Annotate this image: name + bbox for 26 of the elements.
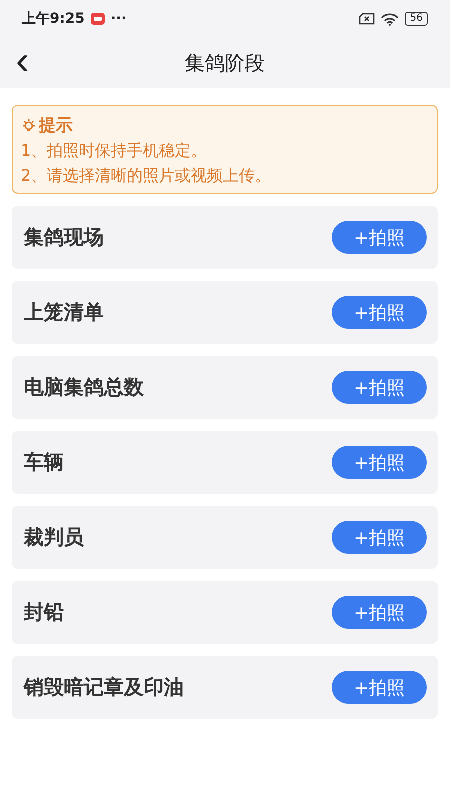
- tip-text: 1、拍照时保持手机稳定。: [21, 141, 208, 162]
- more-notifications: ···: [110, 11, 127, 27]
- item-label: 销毁暗记章及印油: [24, 674, 184, 701]
- item-label: 封铅: [24, 599, 64, 626]
- take-photo-button[interactable]: +拍照: [332, 371, 427, 404]
- take-photo-button[interactable]: +拍照: [332, 671, 427, 704]
- tip-text: 2、请选择清晰的照片或视频上传。: [21, 166, 272, 187]
- battery-indicator: 56: [405, 12, 428, 26]
- lightbulb-icon: [21, 118, 37, 134]
- take-photo-button[interactable]: +拍照: [332, 221, 427, 254]
- item-label: 上笼清单: [24, 299, 104, 326]
- status-time: 上午9:25: [22, 10, 85, 28]
- tip-title: 提示: [39, 115, 73, 137]
- take-photo-button[interactable]: +拍照: [332, 596, 427, 629]
- item-label: 集鸽现场: [24, 224, 104, 251]
- take-photo-button[interactable]: +拍照: [332, 296, 427, 329]
- page-title: 集鸽阶段: [185, 50, 265, 76]
- take-photo-button[interactable]: +拍照: [332, 446, 427, 479]
- app-notification-icon: [90, 13, 105, 25]
- item-label: 车辆: [24, 449, 64, 476]
- item-label: 电脑集鸽总数: [24, 374, 144, 401]
- back-button[interactable]: ‹: [12, 44, 34, 78]
- no-sim-icon: [359, 13, 376, 25]
- item-label: 裁判员: [24, 524, 84, 551]
- take-photo-button[interactable]: +拍照: [332, 521, 427, 554]
- wifi-icon: [381, 12, 400, 26]
